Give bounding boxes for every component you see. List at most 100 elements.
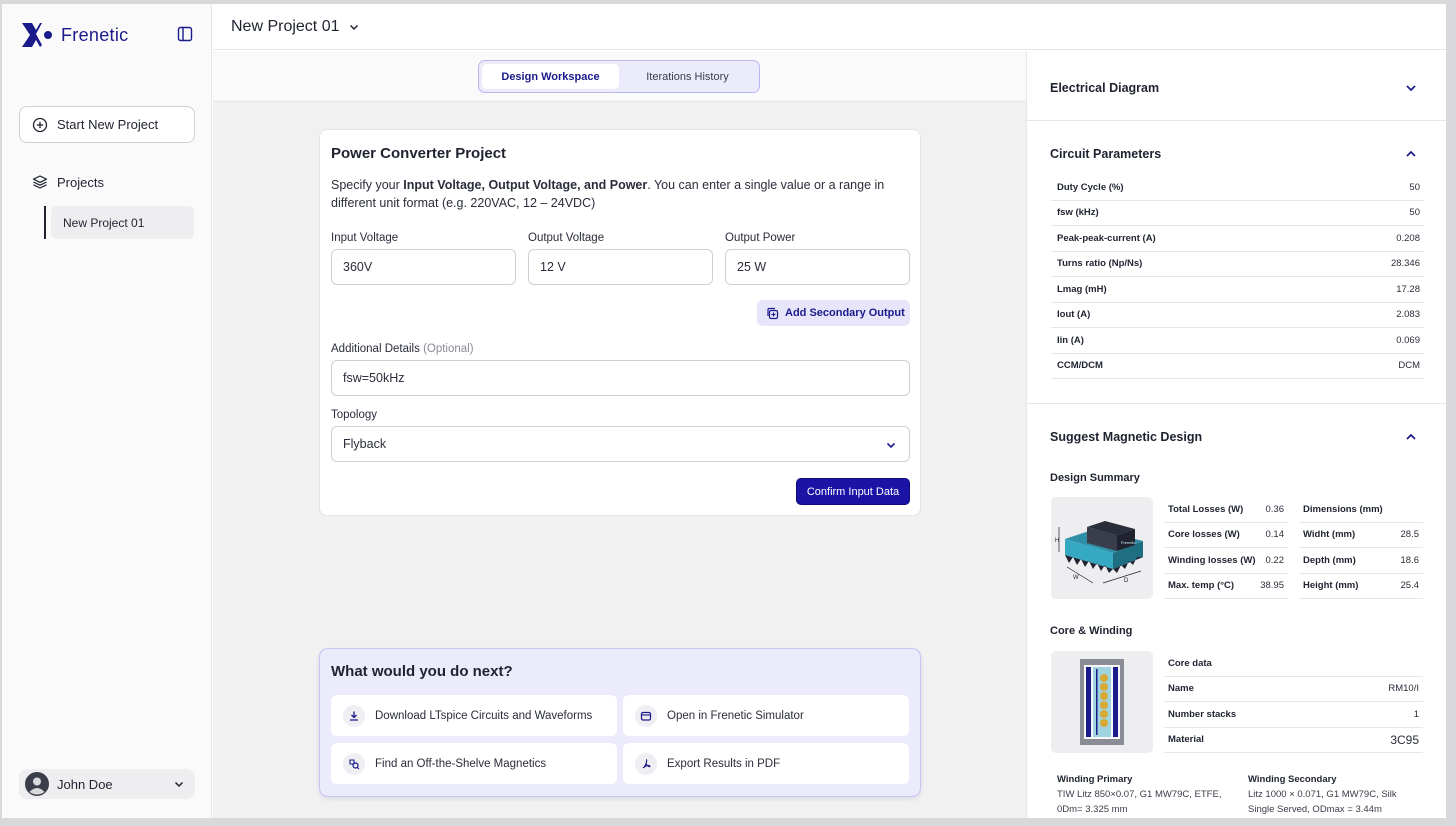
transformer-image: H W D Frenetic [1051,497,1153,599]
app-window: Frenetic Start New Project Projects New … [2,4,1446,818]
topology-label: Topology [331,409,378,421]
winding-primary: Winding Primary TIW Litz 850×0.07, G1 MW… [1057,772,1227,817]
projects-section[interactable]: Projects [32,174,104,190]
add-secondary-output-button[interactable]: Add Secondary Output [757,300,910,326]
form-title: Power Converter Project [331,145,507,162]
user-menu[interactable]: John Doe [19,769,195,799]
winding-secondary-title: Winding Secondary [1248,774,1337,785]
table-row: Number stacks 1 [1164,702,1423,728]
copy-plus-icon [767,307,779,319]
workspace: Design Workspace Iterations History Powe… [213,51,1026,818]
table-row: Height (mm) 25.4 [1299,574,1423,599]
chevron-up-icon[interactable] [1404,430,1418,444]
action-label: Find an Off-the-Shelve Magnetics [375,757,547,770]
table-row: Winding losses (W) 0.22 [1164,548,1288,574]
action-label: Download LTspice Circuits and Waveforms [375,709,593,722]
logo-label: Frenetic [1121,540,1135,545]
pdf-icon [635,752,657,775]
width-label: W [1073,575,1079,581]
chevron-up-icon[interactable] [1404,147,1418,161]
projects-label: Projects [57,174,104,190]
output-power-field[interactable]: 25 W [725,249,910,285]
output-voltage-label: Output Voltage [528,232,605,244]
action-label: Export Results in PDF [667,757,781,770]
confirm-input-data-button[interactable]: Confirm Input Data [796,478,910,505]
open-simulator-button[interactable]: Open in Frenetic Simulator [623,695,909,736]
tab-bar: Design Workspace Iterations History [213,51,1026,102]
download-icon [343,704,365,727]
topology-select[interactable]: Flyback [331,426,910,462]
design-summary-title: Design Summary [1050,472,1140,484]
additional-details-field[interactable]: fsw=50kHz [331,360,910,396]
tab-iterations-history[interactable]: Iterations History [619,64,756,89]
input-voltage-field[interactable]: 360V [331,249,516,285]
winding-secondary: Winding Secondary Litz 1000 × 0.071, G1 … [1248,772,1423,817]
logo[interactable]: Frenetic [19,21,128,49]
sidebar-item-label: New Project 01 [63,215,145,230]
find-magnetics-button[interactable]: Find an Off-the-Shelve Magnetics [331,743,617,784]
plus-circle-icon [32,117,48,132]
divider [1027,120,1446,121]
form-description: Specify your Input Voltage, Output Volta… [331,178,885,210]
add-secondary-output-label: Add Secondary Output [785,307,905,319]
chevron-down-icon[interactable] [1404,81,1418,95]
table-row: Turns ratio (Np/Ns) 28.346 [1051,252,1424,277]
table-row: Dimensions (mm) [1299,497,1423,523]
core-cross-section-image [1051,651,1153,753]
winding-primary-text: TIW Litz 850×0.07, G1 MW79C, ETFE, 0Dm= … [1057,789,1222,815]
electrical-diagram-header[interactable]: Electrical Diagram [1050,81,1159,95]
frenetic-logo-icon [22,23,52,47]
project-indicator [44,206,46,239]
search-magnet-icon [343,752,365,775]
table-row: Duty Cycle (%) 50 [1051,175,1424,201]
divider [1027,403,1446,404]
avatar [25,772,49,796]
brand-name: Frenetic [61,24,129,45]
output-voltage-field[interactable]: 12 V [528,249,713,285]
chevron-down-icon [174,781,184,788]
table-row: Name RM10/I [1164,677,1423,702]
table-row: Max. temp (°C) 38.95 [1164,574,1288,599]
next-actions-panel: What would you do next? Download LTspice… [319,648,921,797]
sidebar: Frenetic Start New Project Projects New … [2,4,212,818]
sidebar-item-new-project-01[interactable]: New Project 01 [51,206,194,239]
start-new-project-button[interactable]: Start New Project [19,106,195,143]
table-row: Core data [1164,651,1423,677]
download-ltspice-button[interactable]: Download LTspice Circuits and Waveforms [331,695,617,736]
layers-icon [32,175,48,189]
table-row: Core losses (W) 0.14 [1164,523,1288,548]
input-voltage-label: Input Voltage [331,232,399,244]
table-row: Widht (mm) 28.5 [1299,523,1423,548]
winding-primary-title: Winding Primary [1057,774,1133,785]
top-bar: New Project 01 [213,4,1446,50]
table-row: Depth (mm) 18.6 [1299,548,1423,574]
winding-secondary-text: Litz 1000 × 0.071, G1 MW79C, Silk Single… [1248,789,1397,815]
table-row: Lmag (mH) 17.28 [1051,277,1424,303]
topology-value: Flyback [343,437,387,451]
table-row: Peak-peak-current (A) 0.208 [1051,226,1424,252]
simulator-icon [635,704,657,727]
page-title: New Project 01 [231,18,340,35]
table-row: Iin (A) 0.069 [1051,328,1424,354]
chevron-down-icon [349,24,358,31]
table-row: fsw (kHz) 50 [1051,201,1424,226]
export-pdf-button[interactable]: Export Results in PDF [623,743,909,784]
table-row: CCM/DCM DCM [1051,354,1424,379]
table-row: Iout (A) 2.083 [1051,303,1424,328]
table-row: Total Losses (W) 0.36 [1164,497,1288,523]
height-label: H [1055,538,1059,544]
tabs: Design Workspace Iterations History [478,60,760,93]
suggest-magnetic-design-header[interactable]: Suggest Magnetic Design [1050,430,1202,444]
user-name: John Doe [57,776,113,792]
circuit-parameters-header[interactable]: Circuit Parameters [1050,147,1161,161]
project-title-dropdown[interactable]: New Project 01 [231,18,360,36]
next-actions-title: What would you do next? [331,663,513,680]
depth-label: D [1124,578,1129,584]
chevron-down-icon [886,442,896,449]
sidebar-toggle-icon[interactable] [177,26,193,42]
tab-design-workspace[interactable]: Design Workspace [482,64,619,89]
output-power-label: Output Power [725,232,796,244]
core-winding-title: Core & Winding [1050,625,1133,637]
start-new-project-label: Start New Project [57,117,159,132]
action-label: Open in Frenetic Simulator [667,709,804,722]
